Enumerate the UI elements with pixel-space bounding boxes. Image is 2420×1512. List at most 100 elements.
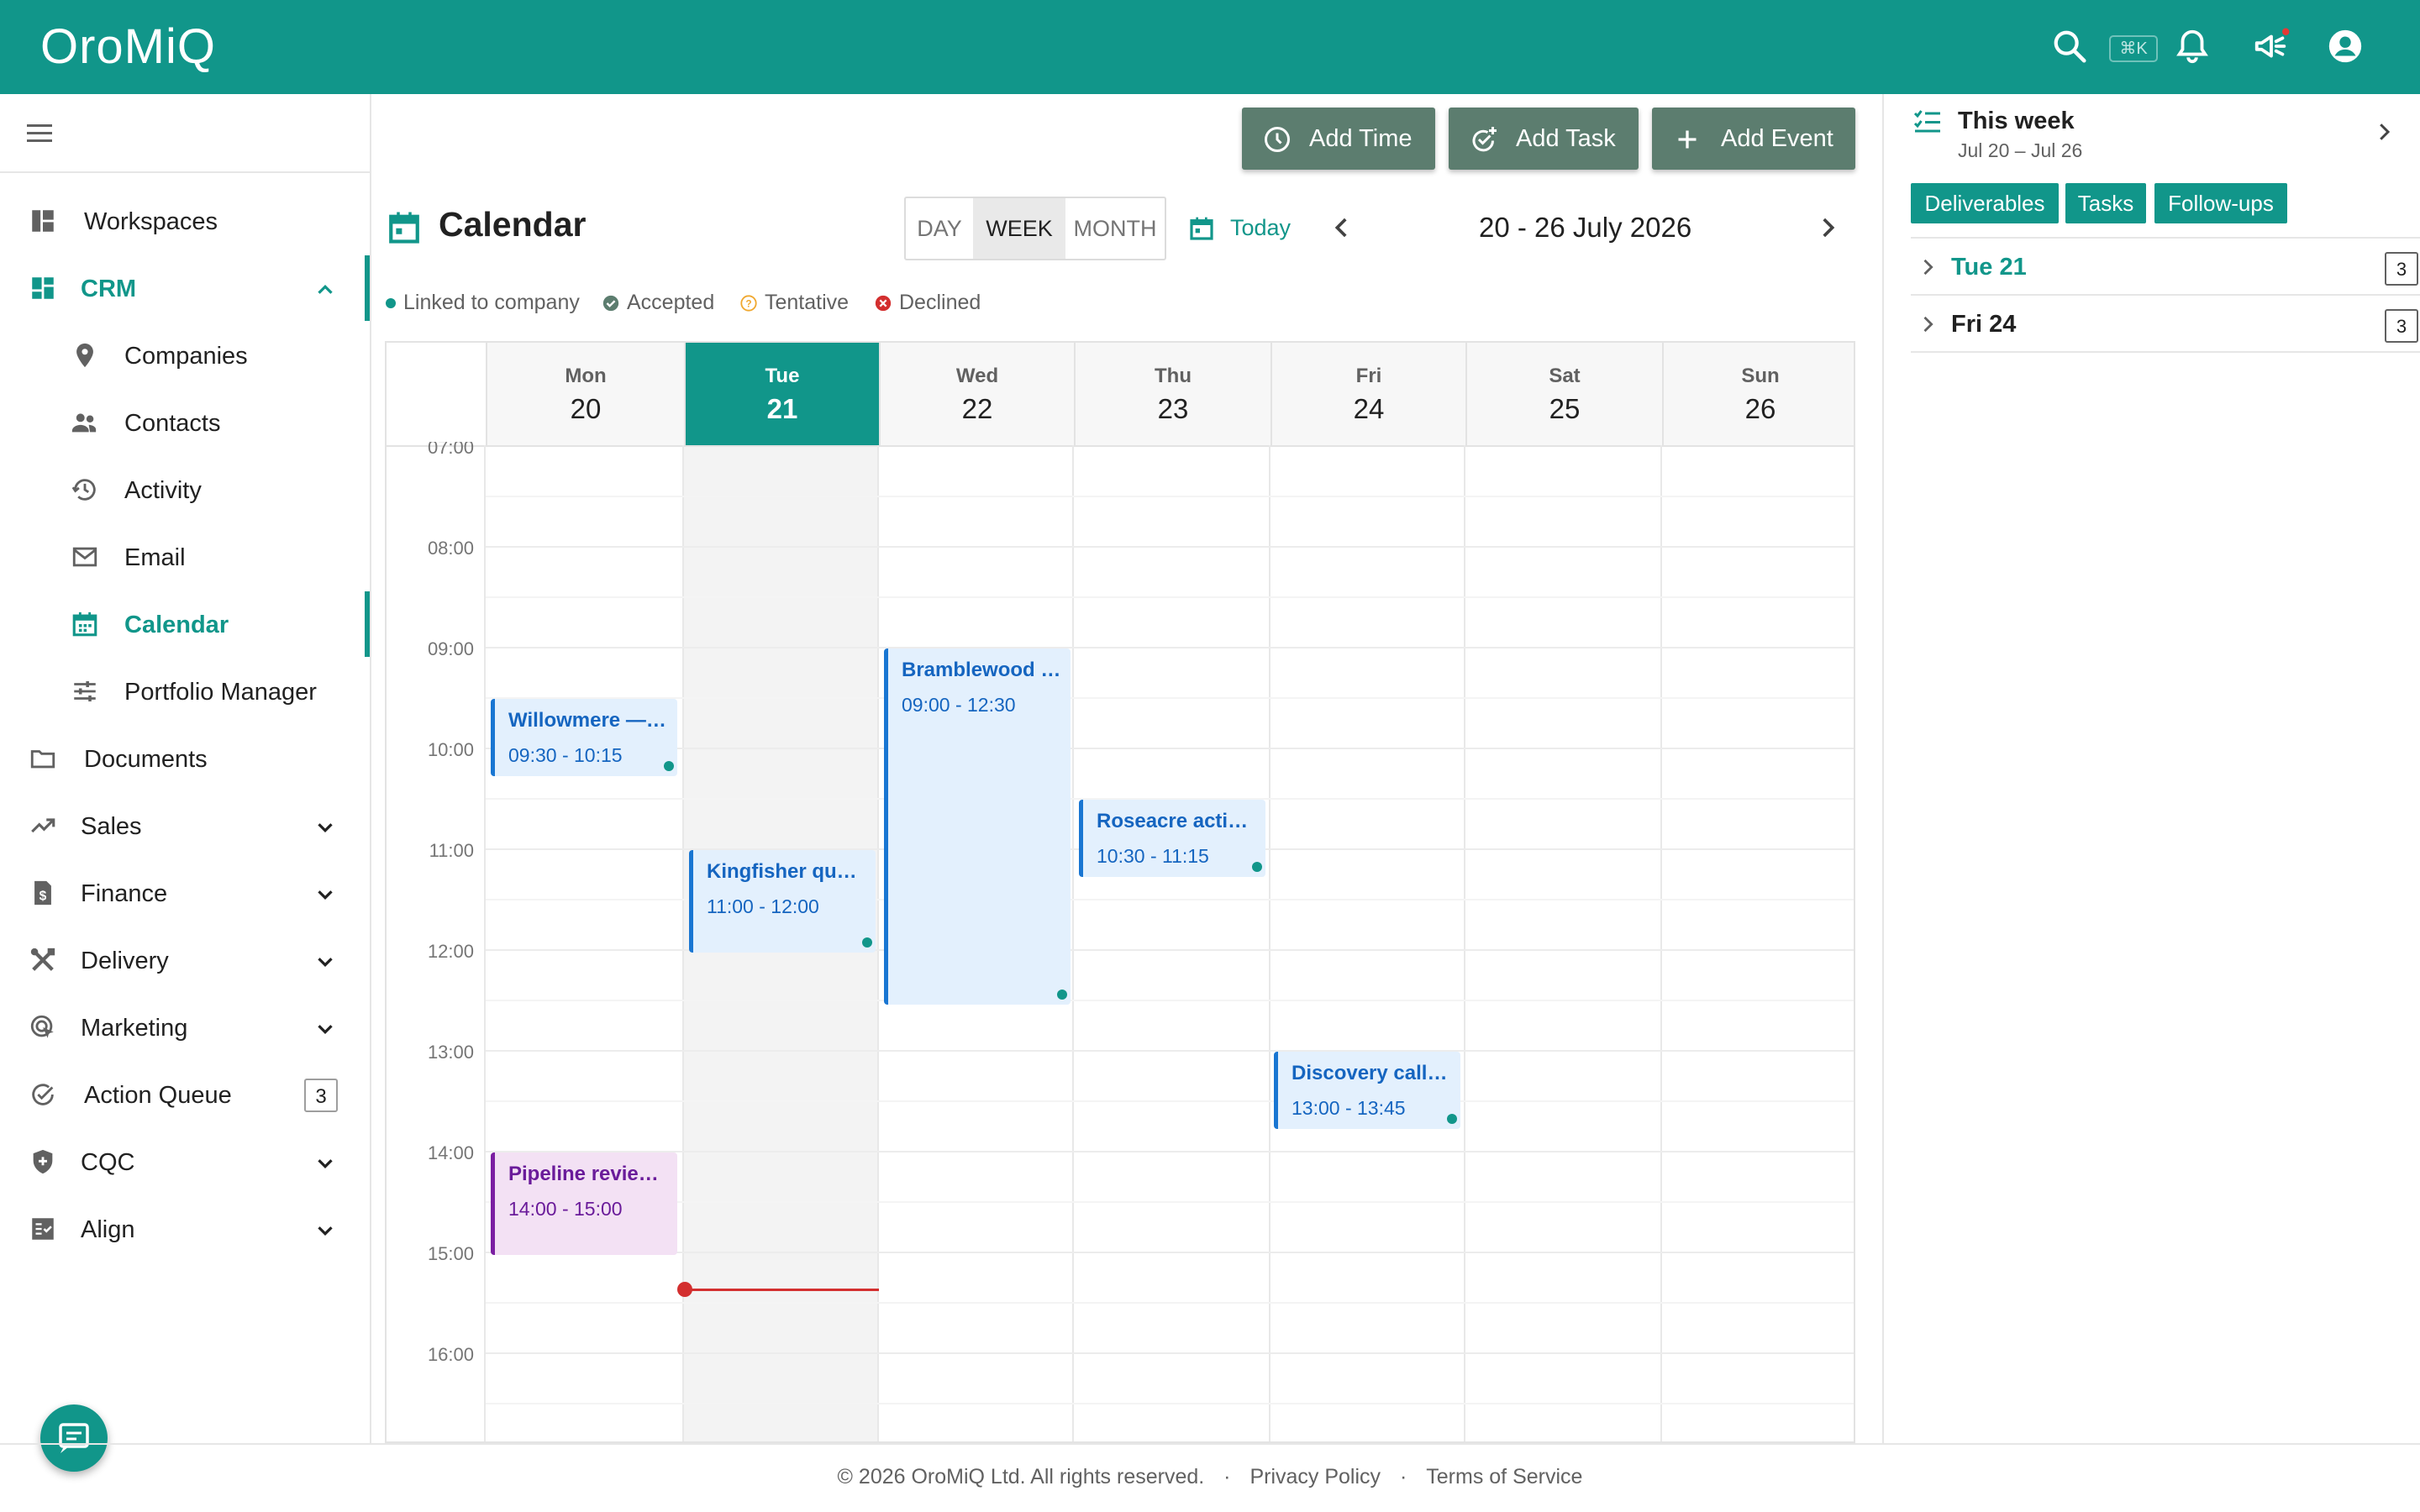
day-group-count: 3 (2385, 309, 2418, 343)
chevron-down-icon[interactable] (313, 1016, 338, 1042)
sidebar-item-companies[interactable]: Companies (0, 329, 370, 380)
day-name: Wed (955, 365, 999, 387)
chip-follow-ups[interactable]: Follow-ups (2154, 183, 2287, 223)
chevron-right-icon[interactable] (1813, 213, 1842, 242)
time-label: 14:00 (427, 1142, 474, 1163)
chevron-right-icon[interactable] (2371, 119, 2396, 144)
day-header-mon[interactable]: Mon 20 (486, 343, 684, 445)
day-header-fri[interactable]: Fri 24 (1270, 343, 1465, 445)
sidebar-item-sales[interactable]: Sales (0, 800, 370, 850)
check-plus-icon (1469, 124, 1499, 155)
cancel-circle-icon (874, 294, 892, 312)
day-header-sun[interactable]: Sun 26 (1662, 343, 1854, 445)
day-group-tue-21[interactable]: Tue 21 3 (1911, 239, 2420, 296)
sidebar-item-label: Action Queue (84, 1082, 232, 1109)
add-task-button[interactable]: Add Task (1449, 108, 1639, 170)
day-header-wed[interactable]: Wed 22 (879, 343, 1074, 445)
event-card[interactable]: Pipeline revie… 14:00 - 15:00 (491, 1152, 677, 1255)
day-header-tue[interactable]: Tue 21 (684, 343, 879, 445)
sidebar-item-contacts[interactable]: Contacts (0, 396, 370, 447)
sidebar-item-label: Activity (124, 477, 202, 504)
chevron-down-icon[interactable] (313, 949, 338, 974)
add-event-button[interactable]: Add Event (1652, 108, 1855, 170)
chevron-down-icon[interactable] (313, 1218, 338, 1243)
help-circle-icon: ? (739, 294, 758, 312)
view-week-button[interactable]: WEEK (973, 198, 1065, 259)
chip-tasks[interactable]: Tasks (2065, 183, 2146, 223)
chevron-left-icon[interactable] (1328, 213, 1356, 242)
chip-deliverables[interactable]: Deliverables (1911, 183, 2059, 223)
sidebar-item-align[interactable]: Align (0, 1203, 370, 1253)
event-card[interactable]: Discovery call … 13:00 - 13:45 (1274, 1052, 1460, 1129)
footer-separator: · (1223, 1465, 1231, 1488)
hamburger-menu-icon[interactable] (25, 120, 54, 145)
sidebar-item-documents[interactable]: Documents (0, 732, 370, 783)
event-time: 13:00 - 13:45 (1292, 1097, 1406, 1119)
time-label: 09:00 (427, 638, 474, 659)
chevron-up-icon[interactable] (313, 277, 338, 302)
event-card[interactable]: Roseacre acti… 10:30 - 11:15 (1079, 800, 1265, 877)
day-group-fri-24[interactable]: Fri 24 3 (1911, 296, 2420, 353)
sidebar-item-email[interactable]: Email (0, 531, 370, 581)
sidebar-item-calendar[interactable]: Calendar (0, 598, 370, 648)
dot-icon (385, 297, 397, 309)
footer: © 2026 OroMiQ Ltd. All rights reserved. … (0, 1465, 2420, 1489)
legend-label: Linked to company (403, 291, 580, 314)
column-divider (877, 445, 879, 1441)
sidebar-item-activity[interactable]: Activity (0, 464, 370, 514)
day-header-thu[interactable]: Thu 23 (1074, 343, 1270, 445)
sidebar-item-action-queue[interactable]: Action Queue 3 (0, 1068, 370, 1119)
event-title: Discovery call … (1292, 1062, 1452, 1084)
legend-tentative: ? Tentative (739, 291, 849, 315)
event-title: Willowmere —… (508, 709, 666, 732)
time-label: 07:00 (387, 442, 474, 454)
sidebar-item-delivery[interactable]: Delivery (0, 934, 370, 984)
chevron-right-icon[interactable] (1916, 312, 1939, 336)
time-label: 11:00 (429, 840, 474, 861)
dashboard-icon (29, 207, 57, 235)
privacy-policy-link[interactable]: Privacy Policy (1249, 1465, 1381, 1488)
week-grid: Mon 20 Tue 21 Wed 22 Thu 23 Fri 24 Sat 25 Sun 2… (385, 341, 1855, 1443)
day-date: 20 (570, 393, 602, 424)
event-card[interactable]: Bramblewood … 09:00 - 12:30 (884, 648, 1071, 1005)
chevron-down-icon[interactable] (313, 882, 338, 907)
add-time-button[interactable]: Add Time (1242, 108, 1435, 170)
app-logo[interactable]: OroMiQ (40, 18, 216, 75)
bell-icon[interactable] (2173, 27, 2212, 66)
chat-feedback-button[interactable] (40, 1404, 108, 1472)
search-icon[interactable] (2050, 27, 2089, 66)
event-time: 09:30 - 10:15 (508, 744, 623, 766)
hour-line (486, 748, 1854, 749)
time-label: 16:00 (427, 1344, 474, 1365)
day-name: Sun (1741, 365, 1780, 387)
sidebar-item-workspaces[interactable]: Workspaces (0, 195, 370, 245)
event-card[interactable]: Willowmere —… 09:30 - 10:15 (491, 699, 677, 776)
hour-line (486, 647, 1854, 648)
event-card[interactable]: Kingfisher qua… 11:00 - 12:00 (689, 850, 876, 953)
view-month-button[interactable]: MONTH (1065, 198, 1165, 259)
hour-line (486, 1151, 1854, 1152)
view-day-button[interactable]: DAY (906, 198, 973, 259)
history-icon (71, 475, 99, 504)
sidebar-item-finance[interactable]: $ Finance (0, 867, 370, 917)
terms-of-service-link[interactable]: Terms of Service (1426, 1465, 1582, 1488)
chevron-down-icon[interactable] (313, 1151, 338, 1176)
today-calendar-icon[interactable] (1188, 215, 1215, 242)
chevron-down-icon[interactable] (313, 815, 338, 840)
sidebar-item-crm[interactable]: CRM (0, 262, 370, 312)
hour-line (486, 1352, 1854, 1354)
day-header-sat[interactable]: Sat 25 (1465, 343, 1662, 445)
footer-separator: · (1400, 1465, 1407, 1488)
sidebar-item-cqc[interactable]: CQC (0, 1136, 370, 1186)
tools-icon (29, 946, 57, 974)
day-date: 26 (1744, 393, 1776, 424)
day-group-label: Tue 21 (1951, 254, 2027, 281)
day-name: Tue (765, 365, 800, 387)
sidebar-item-portfolio-manager[interactable]: Portfolio Manager (0, 665, 370, 716)
today-button[interactable]: Today (1230, 215, 1291, 241)
megaphone-icon[interactable] (2252, 27, 2291, 66)
chevron-right-icon[interactable] (1916, 255, 1939, 279)
column-divider (1660, 445, 1662, 1441)
account-avatar-icon[interactable] (2326, 27, 2365, 66)
sidebar-item-marketing[interactable]: Marketing (0, 1001, 370, 1052)
